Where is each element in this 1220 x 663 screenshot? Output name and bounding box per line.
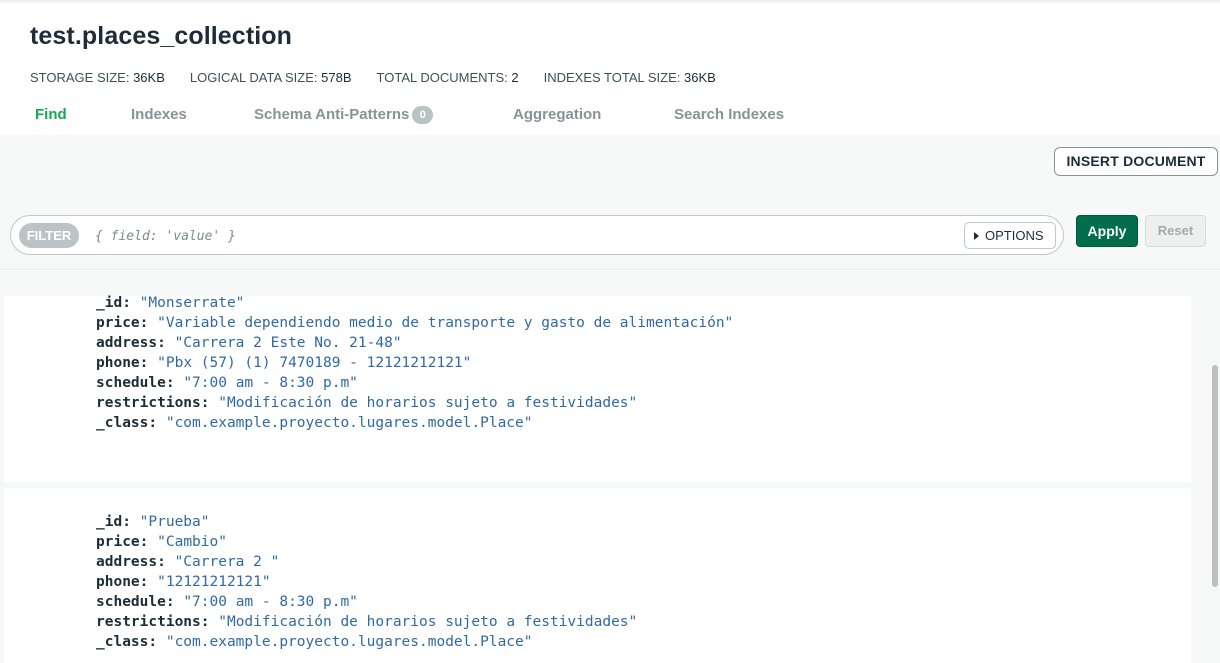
field-value: "Prueba" (139, 514, 210, 530)
field-key: restrictions: (96, 614, 210, 630)
collection-stats: STORAGE SIZE: 36KB LOGICAL DATA SIZE: 57… (30, 70, 741, 85)
field-key: restrictions: (96, 395, 210, 411)
document-field: schedule: "7:00 am - 8:30 p.m" (96, 373, 358, 393)
stat-label: LOGICAL DATA SIZE: (189, 70, 318, 85)
options-button[interactable]: OPTIONS (964, 222, 1056, 249)
field-value: "12121212121" (157, 574, 271, 590)
field-key: phone: (96, 574, 149, 590)
document-card[interactable]: _id: "Monserrate" price: "Variable depen… (4, 293, 1191, 482)
document-field: restrictions: "Modificación de horarios … (96, 393, 637, 413)
filter-input[interactable] (95, 224, 955, 248)
field-key: price: (96, 534, 149, 550)
field-key: _id: (96, 295, 131, 311)
tab-schema-anti-patterns[interactable]: Schema Anti-Patterns 0 (254, 106, 434, 124)
field-key: address: (96, 554, 166, 570)
collection-title: test.places_collection (30, 22, 293, 50)
field-value: "Modificación de horarios sujeto a festi… (218, 614, 638, 630)
apply-button[interactable]: Apply (1076, 215, 1138, 247)
field-key: schedule: (96, 594, 175, 610)
field-key: _id: (96, 514, 131, 530)
stat-label: INDEXES TOTAL SIZE: (543, 70, 681, 85)
field-value: "Cambio" (157, 534, 227, 550)
documents-scrollbar[interactable] (1212, 365, 1218, 587)
field-key: _class: (96, 415, 158, 431)
document-field: schedule: "7:00 am - 8:30 p.m" (96, 592, 358, 612)
stat-indexes-total-size: INDEXES TOTAL SIZE: 36KB (544, 70, 716, 85)
field-value: "7:00 am - 8:30 p.m" (183, 594, 358, 610)
stat-label: TOTAL DOCUMENTS: (376, 70, 508, 85)
stat-logical-data-size: LOGICAL DATA SIZE: 578B (190, 70, 352, 85)
field-value: "Carrera 2 " (174, 554, 280, 570)
tab-find[interactable]: Find (35, 106, 67, 123)
document-card[interactable]: _id: "Prueba" price: "Cambio" address: "… (4, 488, 1191, 663)
document-field: _id: "Prueba" (96, 512, 210, 532)
document-field: price: "Variable dependiendo medio de tr… (96, 313, 733, 333)
collection-tabs: Find Indexes Schema Anti-Patterns 0 Aggre… (0, 106, 1220, 130)
stat-total-documents: TOTAL DOCUMENTS: 2 (377, 70, 519, 85)
stat-value: 2 (511, 70, 519, 85)
field-value: "Modificación de horarios sujeto a festi… (218, 395, 638, 411)
document-field: phone: "12121212121" (96, 572, 271, 592)
options-label: OPTIONS (985, 228, 1044, 243)
top-shadow (0, 0, 1220, 4)
document-field: _class: "com.example.proyecto.lugares.mo… (96, 413, 533, 433)
document-field: _class: "com.example.proyecto.lugares.mo… (96, 632, 533, 652)
document-field: restrictions: "Modificación de horarios … (96, 612, 637, 632)
field-value: "Monserrate" (139, 295, 245, 311)
tab-label: Schema Anti-Patterns (254, 106, 410, 123)
field-key: price: (96, 315, 149, 331)
document-field: price: "Cambio" (96, 532, 227, 552)
filter-bar: FILTER OPTIONS (10, 215, 1064, 255)
field-value: "com.example.proyecto.lugares.model.Plac… (165, 415, 533, 431)
field-value: "Pbx (57) (1) 7470189 - 12121212121" (157, 355, 472, 371)
field-key: _class: (96, 634, 158, 650)
tab-search-indexes[interactable]: Search Indexes (674, 106, 784, 123)
reset-button[interactable]: Reset (1145, 215, 1206, 247)
anti-patterns-count-badge: 0 (412, 106, 434, 124)
stat-value: 36KB (684, 70, 716, 85)
field-value: "com.example.proyecto.lugares.model.Plac… (165, 634, 533, 650)
field-value: "7:00 am - 8:30 p.m" (183, 375, 358, 391)
stat-value: 36KB (133, 70, 165, 85)
field-key: phone: (96, 355, 149, 371)
collection-header: test.places_collection STORAGE SIZE: 36K… (0, 0, 1220, 135)
field-key: address: (96, 335, 166, 351)
stat-value: 578B (321, 70, 352, 85)
tab-indexes[interactable]: Indexes (131, 106, 187, 123)
document-field: address: "Carrera 2 " (96, 552, 279, 572)
tab-aggregation[interactable]: Aggregation (513, 106, 601, 123)
field-key: schedule: (96, 375, 175, 391)
caret-right-icon (974, 232, 979, 240)
field-value: "Carrera 2 Este No. 21-48" (174, 335, 402, 351)
stat-label: STORAGE SIZE: (30, 70, 130, 85)
filter-label-pill: FILTER (19, 223, 79, 248)
document-field: address: "Carrera 2 Este No. 21-48" (96, 333, 402, 353)
document-field: _id: "Monserrate" (96, 293, 244, 313)
field-value: "Variable dependiendo medio de transport… (157, 315, 734, 331)
stat-storage-size: STORAGE SIZE: 36KB (30, 70, 165, 85)
document-field: phone: "Pbx (57) (1) 7470189 - 121212121… (96, 353, 471, 373)
insert-document-button[interactable]: INSERT DOCUMENT (1054, 147, 1218, 176)
